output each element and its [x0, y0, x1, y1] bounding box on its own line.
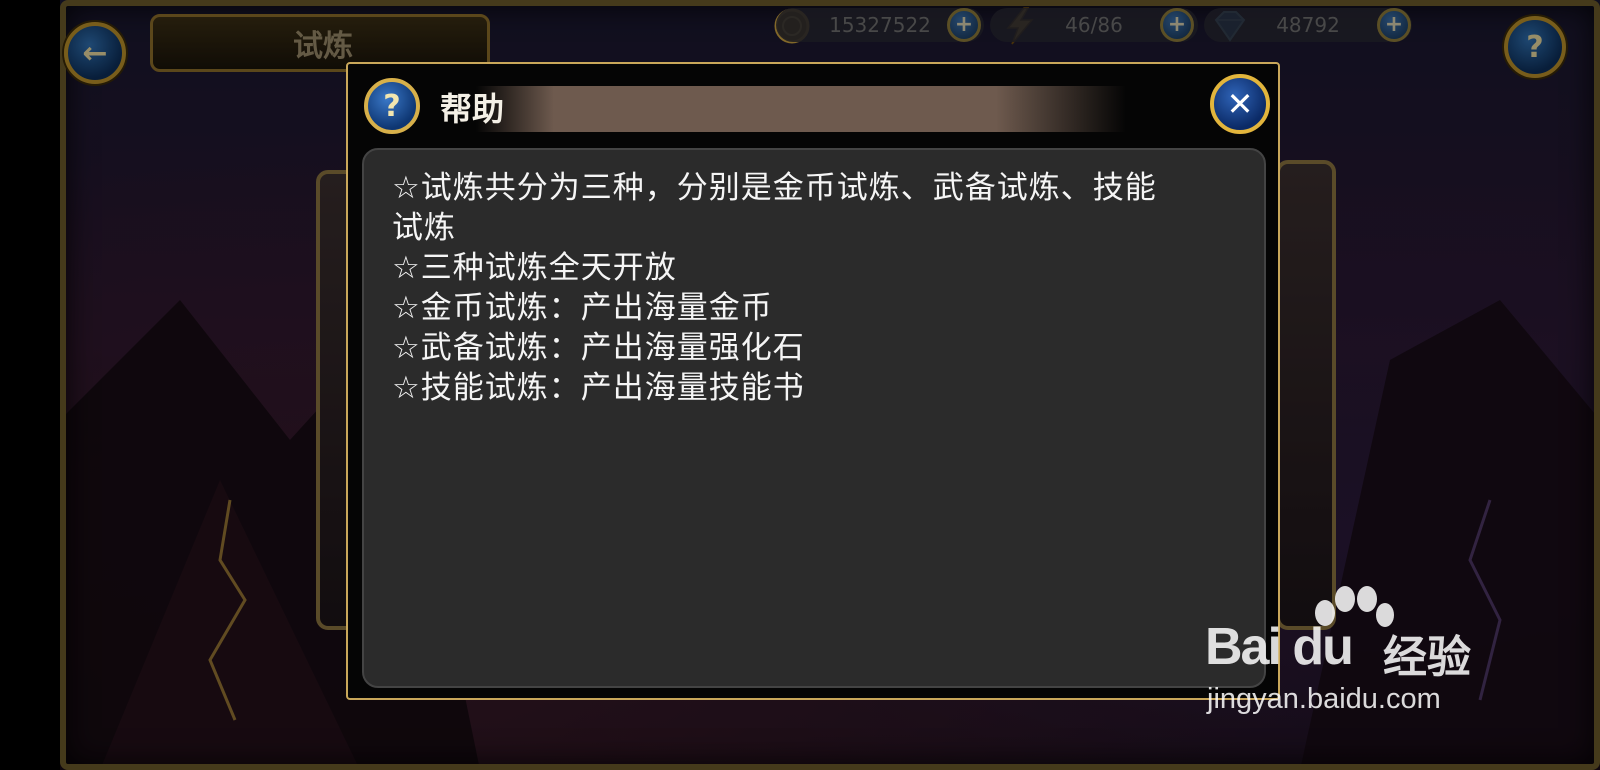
close-button[interactable]: ✕ [1210, 74, 1270, 134]
help-line: ☆试炼共分为三种，分别是金币试炼、武备试炼、技能 [392, 170, 1157, 206]
close-x-icon: ✕ [1226, 85, 1254, 123]
help-line: ☆技能试炼：产出海量技能书 [392, 370, 805, 406]
baidu-watermark: Bai du 经验 jingyan.baidu.com [1205, 585, 1505, 725]
dialog-title: 帮助 [440, 90, 505, 128]
help-line: 试炼 [392, 210, 456, 246]
question-icon: ? [364, 78, 420, 134]
watermark-url: jingyan.baidu.com [1207, 683, 1441, 715]
help-content: ☆试炼共分为三种，分别是金币试炼、武备试炼、技能 试炼 ☆三种试炼全天开放 ☆金… [362, 148, 1266, 688]
jingyan-text: 经验 [1383, 632, 1471, 683]
help-line: ☆武备试炼：产出海量强化石 [392, 330, 805, 366]
baidu-logo: Bai du [1205, 618, 1354, 676]
help-line: ☆金币试炼：产出海量金币 [392, 290, 773, 326]
help-dialog: ? 帮助 ✕ ☆试炼共分为三种，分别是金币试炼、武备试炼、技能 试炼 ☆三种试炼… [346, 62, 1280, 700]
help-line: ☆三种试炼全天开放 [392, 250, 677, 286]
title-band [476, 86, 1126, 132]
